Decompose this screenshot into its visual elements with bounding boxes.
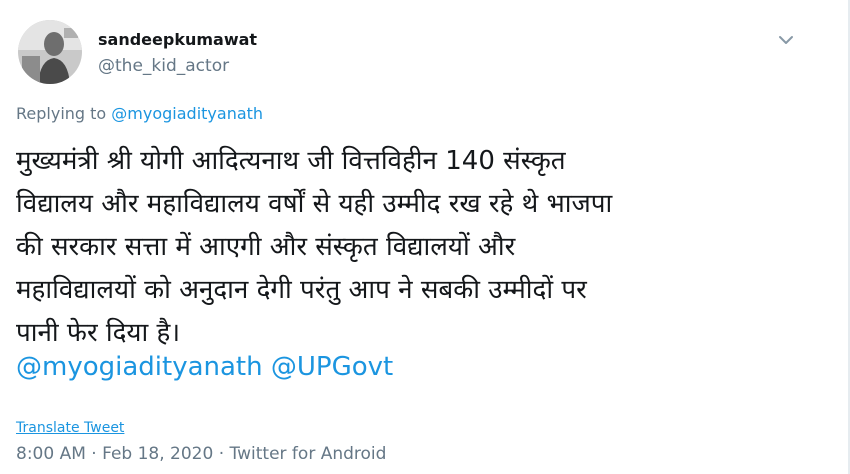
tweet-text-line: पानी फेर दिया है।	[16, 318, 181, 348]
tweet-metadata: 8:00 AM · Feb 18, 2020 · Twitter for And…	[16, 444, 386, 464]
chevron-down-icon[interactable]	[772, 26, 800, 54]
tweet-card: sandeepkumawat @the_kid_actor Replying t…	[0, 0, 850, 474]
tweet-date[interactable]: Feb 18, 2020	[102, 444, 213, 464]
replying-to-mention-link[interactable]: @myogiadityanath	[111, 104, 263, 123]
tweet-text: मुख्यमंत्री श्री योगी आदित्यनाथ जी वित्त…	[16, 140, 816, 355]
profile-photo-icon	[18, 20, 82, 84]
tweet-time[interactable]: 8:00 AM	[16, 444, 86, 464]
tweet-source[interactable]: Twitter for Android	[230, 444, 387, 464]
tweet-text-line: मुख्यमंत्री श्री योगी आदित्यनाथ जी वित्त…	[16, 146, 566, 176]
mention-link-upgovt[interactable]: @UPGovt	[271, 352, 393, 382]
meta-separator: ·	[213, 444, 230, 464]
meta-separator: ·	[85, 444, 103, 464]
avatar[interactable]	[18, 20, 82, 84]
user-handle[interactable]: @the_kid_actor	[98, 56, 229, 76]
translate-tweet-link[interactable]: Translate Tweet	[16, 420, 124, 436]
replying-to: Replying to @myogiadityanath	[16, 104, 263, 123]
tweet-text-line: की सरकार सत्ता में आएगी और संस्कृत विद्य…	[16, 232, 516, 262]
tweet-text-line: विद्यालय और महाविद्यालय वर्षों से यही उम…	[16, 189, 613, 219]
replying-to-label: Replying to	[16, 104, 107, 123]
tweet-mentions: @myogiadityanath @UPGovt	[16, 352, 393, 382]
tweet-text-line: महाविद्यालयों को अनुदान देगी परंतु आप ने…	[16, 275, 587, 305]
display-name[interactable]: sandeepkumawat	[98, 30, 257, 49]
mention-link-myogiadityanath[interactable]: @myogiadityanath	[16, 352, 263, 382]
